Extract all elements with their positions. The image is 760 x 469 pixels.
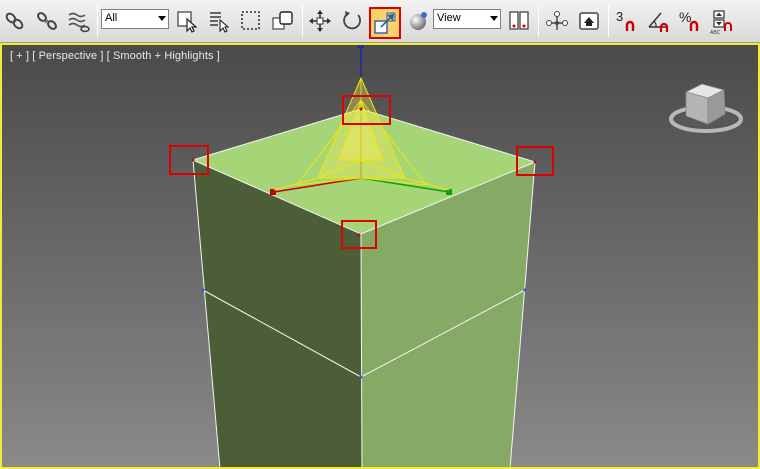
unlink-icon — [37, 12, 57, 30]
reference-coordinate-value: View — [437, 12, 461, 24]
window-crossing-button[interactable] — [268, 6, 298, 36]
select-and-rotate-button[interactable] — [337, 6, 367, 36]
toolbar-separator — [302, 5, 303, 37]
percent-snap-label: % — [679, 9, 692, 25]
reference-coordinate-dropdown[interactable]: View — [433, 9, 501, 29]
percent-snap-toggle-button[interactable]: % — [676, 6, 706, 36]
rectangular-selection-region-button[interactable] — [236, 6, 266, 36]
scale-icon — [374, 12, 396, 34]
snaps-toggle-button[interactable]: 3 — [612, 6, 642, 36]
viewport-label[interactable]: [ + ] [ Perspective ] [ Smooth + Highlig… — [10, 50, 220, 62]
toolbar-separator — [97, 5, 98, 37]
perspective-viewport[interactable]: [ + ] [ Perspective ] [ Smooth + Highlig… — [0, 43, 760, 469]
select-by-name-icon — [210, 12, 230, 33]
chevron-down-icon — [158, 16, 166, 21]
angle-snap-toggle-button[interactable] — [644, 6, 674, 36]
manipulate-icon — [546, 11, 568, 30]
move-icon — [309, 10, 331, 32]
snap-mode-label: 3 — [616, 9, 624, 24]
window-crossing-icon — [272, 11, 293, 30]
select-object-icon — [177, 11, 198, 33]
select-and-scale-button[interactable] — [369, 7, 401, 39]
toolbar-separator — [538, 5, 539, 37]
space-warp-icon — [68, 12, 90, 33]
spinner-snap-label: ABC — [710, 30, 721, 36]
main-toolbar: All View 3 % ABC — [0, 0, 760, 43]
pivot-center-icon — [509, 11, 529, 30]
toolbar-separator — [608, 5, 609, 37]
select-and-manipulate-button[interactable] — [542, 6, 572, 36]
rectangle-selection-icon — [241, 11, 260, 30]
select-object-button[interactable] — [172, 6, 202, 36]
select-by-name-button[interactable] — [204, 6, 234, 36]
selection-filter-value: All — [105, 12, 118, 24]
link-icon — [5, 12, 24, 30]
select-and-place-button[interactable] — [403, 6, 433, 36]
angle-snap-icon — [648, 12, 669, 32]
sphere-icon — [410, 12, 427, 30]
unlink-selection-button[interactable] — [32, 6, 62, 36]
select-and-move-button[interactable] — [305, 6, 335, 36]
rotate-icon — [343, 11, 361, 30]
bind-to-space-warp-button[interactable] — [64, 6, 94, 36]
chevron-down-icon — [490, 16, 498, 21]
use-pivot-point-center-button[interactable] — [504, 6, 534, 36]
select-and-link-button[interactable] — [0, 6, 30, 36]
spinner-snap-toggle-button[interactable]: ABC — [706, 6, 736, 36]
gizmo-z-handle[interactable] — [358, 43, 364, 48]
keyboard-shortcut-override-button[interactable] — [574, 6, 604, 36]
keyboard-override-icon — [579, 12, 599, 30]
selection-filter-dropdown[interactable]: All — [101, 9, 169, 29]
viewport-scene — [2, 43, 758, 467]
